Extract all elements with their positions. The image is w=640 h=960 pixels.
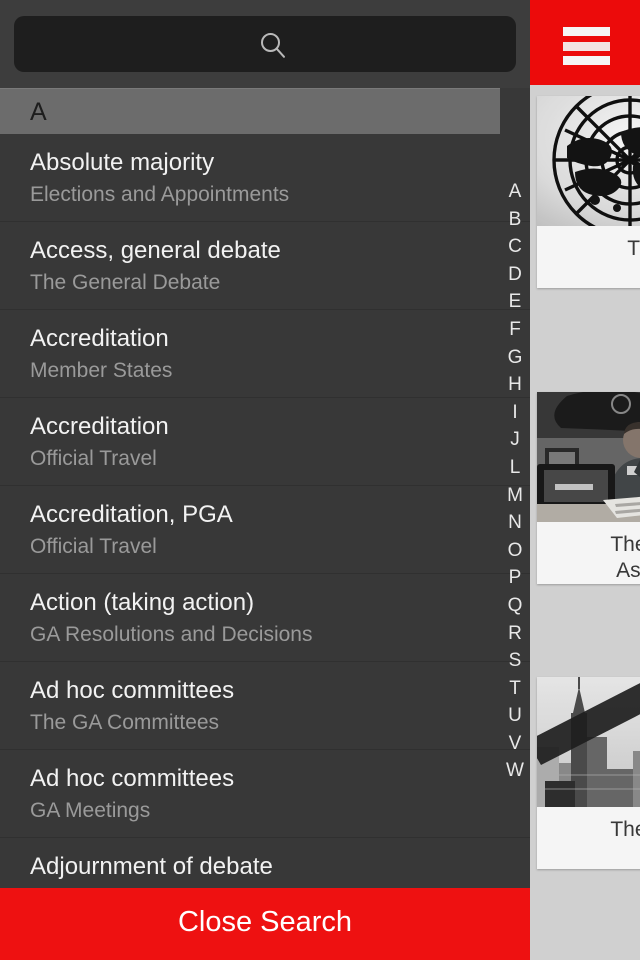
alphabet-index-letter[interactable]: W bbox=[500, 757, 530, 785]
alphabet-index-letter[interactable]: F bbox=[500, 316, 530, 344]
list-item-subtitle: The GA Committees bbox=[30, 711, 220, 734]
list-item[interactable]: Action (taking action) GA Resolutions an… bbox=[0, 574, 530, 662]
list-item[interactable]: Ad hoc committees The GA Committees bbox=[0, 662, 530, 750]
alphabet-index-letter[interactable]: D bbox=[500, 261, 530, 289]
alphabet-index-letter[interactable]: N bbox=[500, 509, 530, 537]
list-item-title: Ad hoc committees bbox=[30, 677, 235, 704]
section-header-a: A bbox=[0, 88, 500, 134]
list-item-subtitle: The General Debate bbox=[30, 271, 221, 294]
search-input[interactable] bbox=[14, 16, 516, 72]
card-title: The O bbox=[610, 818, 640, 841]
alphabet-index-letter[interactable]: Q bbox=[500, 592, 530, 620]
list-item-subtitle: GA Meetings bbox=[30, 799, 151, 822]
alphabet-index-letter[interactable]: I bbox=[500, 399, 530, 427]
hamburger-menu-icon[interactable] bbox=[563, 27, 610, 65]
alphabet-index-letter[interactable]: L bbox=[500, 454, 530, 482]
list-item[interactable]: Accreditation Official Travel bbox=[0, 398, 530, 486]
alphabet-index-letter[interactable]: P bbox=[500, 564, 530, 592]
alphabet-index-letter[interactable]: M bbox=[500, 482, 530, 510]
un-globe-emblem-photo bbox=[537, 96, 640, 226]
card-title: The G Asse bbox=[610, 533, 640, 582]
close-search-label: Close Search bbox=[177, 906, 353, 938]
alphabet-index-letter[interactable]: J bbox=[500, 426, 530, 454]
list-item-title: Action (taking action) bbox=[30, 589, 255, 616]
person-at-desk-photo bbox=[537, 392, 640, 522]
list-item-subtitle: Official Travel bbox=[30, 535, 157, 558]
alphabet-index-letter[interactable]: R bbox=[500, 620, 530, 648]
search-results-list[interactable]: Absolute majority Elections and Appointm… bbox=[0, 134, 530, 960]
list-item[interactable]: Accreditation Member States bbox=[0, 310, 530, 398]
alphabet-index-letter[interactable]: H bbox=[500, 371, 530, 399]
city-skyline-photo bbox=[537, 677, 640, 807]
alphabet-index[interactable]: ABCDEFGHIJLMNOPQRSTUVW bbox=[500, 134, 530, 860]
alphabet-index-letter[interactable]: S bbox=[500, 647, 530, 675]
list-item-subtitle: Member States bbox=[30, 359, 173, 382]
search-bar bbox=[0, 0, 530, 88]
list-item-title: Absolute majority bbox=[30, 149, 215, 176]
list-item-title: Accreditation bbox=[30, 325, 169, 352]
list-item-title: Accreditation bbox=[30, 413, 169, 440]
card-title: Th bbox=[627, 237, 640, 260]
list-item-title: Access, general debate bbox=[30, 237, 281, 264]
list-item-title: Accreditation, PGA bbox=[30, 501, 233, 528]
content-card[interactable]: The G Asse bbox=[537, 392, 640, 584]
alphabet-index-letter[interactable]: B bbox=[500, 206, 530, 234]
list-item-subtitle: GA Resolutions and Decisions bbox=[30, 623, 313, 646]
alphabet-index-letter[interactable]: U bbox=[500, 702, 530, 730]
alphabet-index-letter[interactable]: G bbox=[500, 344, 530, 372]
list-item-subtitle: Elections and Appointments bbox=[30, 183, 290, 206]
list-item-title: Ad hoc committees bbox=[30, 765, 235, 792]
list-item-subtitle: Official Travel bbox=[30, 447, 157, 470]
close-search-button[interactable]: Close Search bbox=[0, 888, 530, 960]
alphabet-index-letter[interactable]: V bbox=[500, 730, 530, 758]
alphabet-index-letter[interactable]: T bbox=[500, 675, 530, 703]
section-header-letter: A bbox=[30, 98, 47, 126]
search-drawer: A Absolute majority Elections and Appoin… bbox=[0, 0, 530, 960]
list-item-title: Adjournment of debate bbox=[30, 853, 273, 880]
content-card[interactable]: The O bbox=[537, 677, 640, 869]
alphabet-index-letter[interactable]: O bbox=[500, 537, 530, 565]
search-field[interactable] bbox=[14, 16, 516, 72]
content-card[interactable]: Th bbox=[537, 96, 640, 288]
list-item[interactable]: Absolute majority Elections and Appointm… bbox=[0, 134, 530, 222]
list-item[interactable]: Accreditation, PGA Official Travel bbox=[0, 486, 530, 574]
alphabet-index-letter[interactable]: E bbox=[500, 288, 530, 316]
list-item[interactable]: Ad hoc committees GA Meetings bbox=[0, 750, 530, 838]
list-item[interactable]: Access, general debate The General Debat… bbox=[0, 222, 530, 310]
alphabet-index-letter[interactable]: C bbox=[500, 233, 530, 261]
alphabet-index-letter[interactable]: A bbox=[500, 178, 530, 206]
app-screen: Th bbox=[0, 0, 640, 960]
